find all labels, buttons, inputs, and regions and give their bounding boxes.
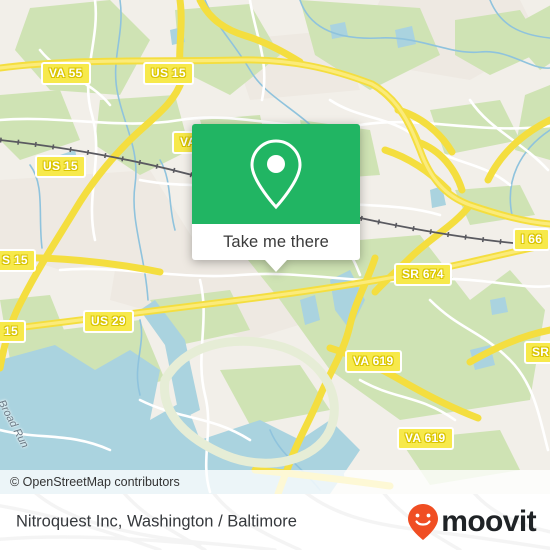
road-shield: VA 619 [397, 427, 454, 450]
map-attribution: © OpenStreetMap contributors [0, 470, 550, 494]
road-shield: S 15 [0, 249, 36, 272]
map-pin-icon [250, 139, 302, 210]
road-shield: VA 55 [41, 62, 91, 85]
road-shield: SR 674 [394, 263, 452, 286]
moovit-pin-smiley-icon [408, 504, 439, 540]
take-me-there-label: Take me there [223, 232, 329, 251]
road-shield: US 29 [83, 310, 134, 333]
place-title: Nitroquest Inc, Washington / Baltimore [16, 512, 297, 531]
place-card-action[interactable]: Take me there [192, 224, 360, 260]
road-shield: US 15 [143, 62, 194, 85]
footer-bar: Nitroquest Inc, Washington / Baltimore m… [0, 494, 550, 550]
map-screenshot-root: VA 55 US 15 VA US 15 S 15 I 66 SR 674 US… [0, 0, 550, 550]
road-shield: SR 6 [524, 341, 550, 364]
moovit-wordmark: moovit [441, 505, 536, 538]
road-shield: US 15 [35, 155, 86, 178]
place-card[interactable]: Take me there [192, 124, 360, 272]
moovit-logo: moovit [406, 502, 537, 542]
place-card-header [192, 124, 360, 224]
place-card-pointer [265, 260, 287, 272]
road-shield: I 66 [513, 228, 550, 251]
road-shield: VA 619 [345, 350, 402, 373]
road-shield: 15 [0, 320, 26, 343]
